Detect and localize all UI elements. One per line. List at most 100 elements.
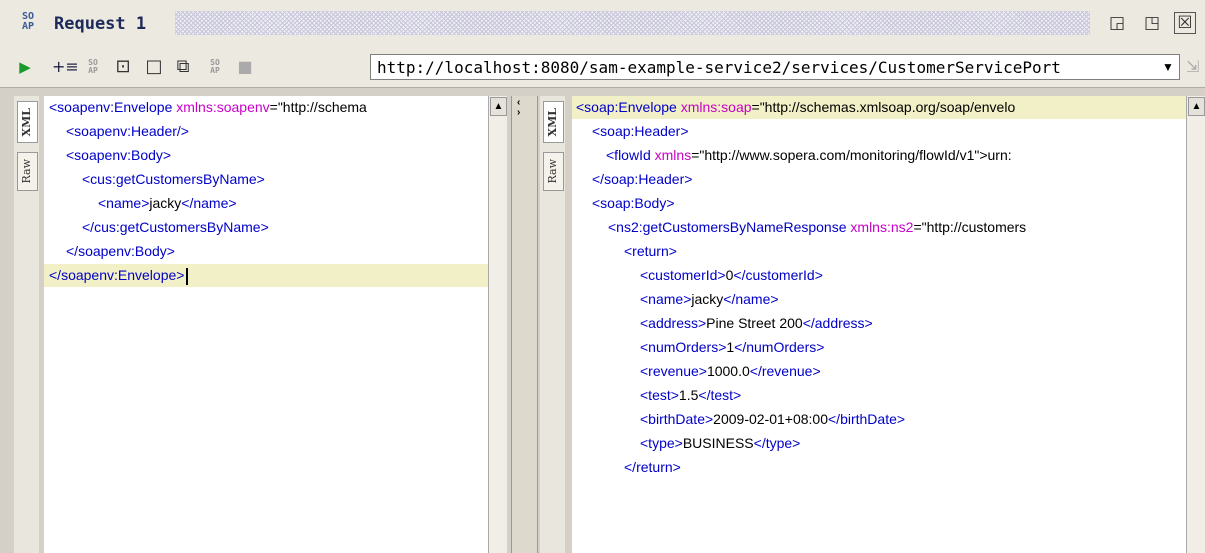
code-token: <ns2:getCustomersByNameResponse — [608, 219, 851, 235]
code-token: ="http://customers — [913, 219, 1027, 235]
tab-response-raw[interactable]: Raw — [543, 152, 564, 191]
code-line: <birthDate>2009-02-01+08:00</birthDate> — [572, 408, 1186, 431]
code-token: <soap:Envelope — [576, 99, 681, 115]
code-token: <test> — [640, 387, 679, 403]
code-line: </soap:Header> — [572, 168, 1186, 191]
request-view-tabs: XML Raw — [14, 96, 39, 553]
code-token: 1 — [726, 339, 735, 355]
code-token: <soapenv:Envelope — [49, 99, 177, 115]
code-line: <name>jacky</name> — [44, 192, 488, 215]
code-line: <customerId>0</customerId> — [572, 264, 1186, 287]
soap-icon[interactable]: SO AP — [204, 56, 226, 78]
code-token: BUSINESS — [682, 435, 754, 451]
code-line: </soapenv:Body> — [44, 240, 488, 263]
response-view-tabs: XML Raw — [540, 96, 565, 553]
code-token: xmlns — [654, 147, 692, 163]
single-pane-icon[interactable]: □ — [143, 56, 165, 78]
code-token: ="http://schemas.xmlsoap.org/soap/envelo — [751, 99, 1016, 115]
code-line: <address>Pine Street 200</address> — [572, 312, 1186, 335]
code-line: <name>jacky</name> — [572, 288, 1186, 311]
refresh-icon[interactable]: ⊡ — [112, 56, 134, 78]
request-editor[interactable]: <soapenv:Envelope xmlns:soapenv="http://… — [44, 96, 488, 553]
code-token: <numOrders> — [640, 339, 727, 355]
code-token: </test> — [698, 387, 742, 403]
code-token: <return> — [624, 243, 677, 259]
code-token: <type> — [640, 435, 683, 451]
code-token: </name> — [723, 291, 779, 307]
code-line: <return> — [572, 240, 1186, 263]
response-scrollbar[interactable]: ▲ — [1186, 96, 1205, 553]
soap-create-icon[interactable]: SO AP — [82, 56, 104, 78]
submit-request-icon[interactable]: ▶ — [14, 56, 36, 78]
code-token: ="http://www.sopera.com/monitoring/flowI… — [691, 147, 1012, 163]
code-line: <soapenv:Body> — [44, 144, 488, 167]
code-token: <birthDate> — [640, 411, 714, 427]
code-token: <name> — [640, 291, 692, 307]
add-wss-icon[interactable]: +≡ — [52, 56, 79, 78]
code-token: </cus:getCustomersByName> — [82, 219, 269, 235]
code-token: jacky — [691, 291, 724, 307]
code-token: </soapenv:Body> — [66, 243, 175, 259]
scroll-up-icon[interactable]: ▲ — [490, 97, 507, 116]
detach-window-icon[interactable]: ◲ — [1105, 11, 1129, 35]
window-title: Request 1 — [54, 14, 147, 34]
code-line: <soap:Header> — [572, 120, 1186, 143]
code-token: </customerId> — [733, 267, 823, 283]
code-token: xmlns:ns2 — [850, 219, 914, 235]
endpoint-url: http://localhost:8080/sam-example-servic… — [377, 58, 1061, 77]
code-token: <cus:getCustomersByName> — [82, 171, 265, 187]
code-line: <ns2:getCustomersByNameResponse xmlns:ns… — [572, 216, 1186, 239]
title-drag-area[interactable] — [175, 11, 1090, 35]
code-token: ="http://schema — [269, 99, 367, 115]
code-token: <name> — [98, 195, 150, 211]
code-token: </numOrders> — [734, 339, 825, 355]
code-line: </soapenv:Envelope> — [44, 264, 488, 287]
code-token: xmlns:soap — [680, 99, 752, 115]
code-line: <revenue>1000.0</revenue> — [572, 360, 1186, 383]
collapse-arrows-icon[interactable]: ‹ › — [517, 98, 520, 118]
code-token: </name> — [181, 195, 237, 211]
tab-request-raw[interactable]: Raw — [17, 152, 38, 191]
code-line: <soap:Body> — [572, 192, 1186, 215]
code-token: <soapenv:Body> — [66, 147, 172, 163]
text-caret — [186, 267, 189, 285]
close-window-icon[interactable]: ☒ — [1174, 12, 1196, 34]
request-scrollbar[interactable]: ▲ — [488, 96, 507, 553]
code-token: </birthDate> — [828, 411, 906, 427]
code-line: </cus:getCustomersByName> — [44, 216, 488, 239]
code-token: </address> — [802, 315, 873, 331]
soap-logo-icon: SO AP — [22, 11, 35, 32]
response-editor[interactable]: <soap:Envelope xmlns:soap="http://schema… — [572, 96, 1186, 553]
split-pane-icon[interactable]: ⧉ — [172, 56, 194, 78]
code-line: <test>1.5</test> — [572, 384, 1186, 407]
code-token: <customerId> — [640, 267, 726, 283]
code-token: </type> — [753, 435, 801, 451]
maximize-window-icon[interactable]: ◳ — [1140, 11, 1164, 35]
code-token: </soapenv:Envelope> — [49, 267, 185, 283]
cancel-request-icon[interactable]: ■ — [234, 56, 256, 78]
tab-response-xml[interactable]: XML — [543, 101, 564, 144]
code-line: <soap:Envelope xmlns:soap="http://schema… — [572, 96, 1186, 119]
code-line: <numOrders>1</numOrders> — [572, 336, 1186, 359]
code-token: <flowId — [606, 147, 655, 163]
code-token: </revenue> — [749, 363, 821, 379]
code-token: </return> — [624, 459, 681, 475]
chevron-down-icon[interactable]: ▼ — [1159, 58, 1177, 76]
code-line: <soapenv:Header/> — [44, 120, 488, 143]
code-token: <address> — [640, 315, 707, 331]
code-token: <revenue> — [640, 363, 707, 379]
code-line: </return> — [572, 456, 1186, 479]
code-token: 2009-02-01+08:00 — [713, 411, 828, 427]
scroll-up-icon[interactable]: ▲ — [1188, 97, 1205, 116]
endpoint-url-select[interactable]: http://localhost:8080/sam-example-servic… — [370, 54, 1180, 80]
request-toolbar: ▶ +≡ SO AP ⊡ □ ⧉ SO AP ■ http://localhost:… — [0, 47, 1205, 88]
edit-endpoint-icon[interactable]: ⇲ — [1186, 57, 1199, 77]
pane-divider[interactable]: ‹ › — [511, 96, 538, 553]
code-line: <cus:getCustomersByName> — [44, 168, 488, 191]
code-token: <soap:Header> — [592, 123, 689, 139]
code-token: jacky — [149, 195, 182, 211]
code-token: <soap:Body> — [592, 195, 675, 211]
code-line: <type>BUSINESS</type> — [572, 432, 1186, 455]
tab-request-xml[interactable]: XML — [17, 101, 38, 144]
code-line: <soapenv:Envelope xmlns:soapenv="http://… — [44, 96, 488, 119]
